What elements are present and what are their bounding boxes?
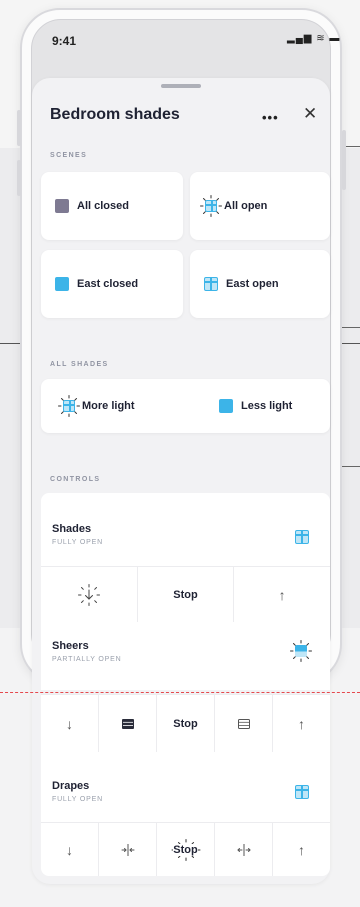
drapes-status-icon xyxy=(295,785,309,799)
power-button xyxy=(342,130,346,190)
scene-label: All open xyxy=(224,200,268,212)
status-icons: ▂▄▆ ≋ ▬ xyxy=(287,33,341,44)
shade-open-sun-icon xyxy=(200,195,222,217)
shade-closed-blue-icon xyxy=(55,277,69,291)
shade-open-lines-icon xyxy=(237,718,250,729)
control-name: Sheers xyxy=(52,640,89,652)
scene-east-open[interactable]: East open xyxy=(190,250,330,318)
arrow-up-icon: ↑ xyxy=(278,586,286,603)
annotation-dashed-line xyxy=(0,692,360,693)
sheers-close-button[interactable] xyxy=(99,695,157,752)
shade-closed-grey-icon xyxy=(55,199,69,213)
annotation-line xyxy=(342,466,360,467)
stop-label: Stop xyxy=(173,717,198,730)
status-time: 9:41 xyxy=(52,34,77,48)
sheers-open-button[interactable] xyxy=(215,695,273,752)
control-state: PARTIALLY OPEN xyxy=(52,656,122,663)
section-label-scenes: SCENES xyxy=(50,152,88,159)
scene-east-closed[interactable]: East closed xyxy=(41,250,183,318)
sheers-down-button[interactable]: ↓ xyxy=(41,695,99,752)
scene-all-open[interactable]: All open xyxy=(190,172,330,240)
more-light-button[interactable]: More light xyxy=(58,379,135,433)
sheet-handle[interactable] xyxy=(161,84,201,88)
stop-sun-icon: Stop xyxy=(171,838,201,861)
drapes-close-button[interactable] xyxy=(99,823,157,876)
shade-open-blue-icon xyxy=(204,277,218,291)
annotation-line xyxy=(342,327,360,328)
arrow-up-icon: ↑ xyxy=(298,841,305,858)
arrow-down-icon: ↓ xyxy=(66,715,73,732)
scene-label: All closed xyxy=(77,200,129,212)
stop-label: Stop xyxy=(173,843,198,856)
more-options-button[interactable]: ••• xyxy=(262,110,279,125)
less-light-button[interactable]: Less light xyxy=(219,379,292,433)
control-state: FULLY OPEN xyxy=(52,539,103,546)
more-light-label: More light xyxy=(82,400,135,412)
arrow-up-icon: ↑ xyxy=(298,715,305,732)
shades-stop-button[interactable]: Stop xyxy=(138,567,235,622)
shades-button-row: Stop ↑ xyxy=(41,566,330,622)
arrow-down-icon: ↓ xyxy=(66,841,73,858)
volume-button xyxy=(17,160,21,196)
section-label-all-shades: ALL SHADES xyxy=(50,361,109,368)
drapes-close-icon xyxy=(121,843,134,856)
section-label-controls: CONTROLS xyxy=(50,476,101,483)
scene-label: East open xyxy=(226,278,279,290)
volume-button xyxy=(17,110,21,146)
drapes-down-button[interactable]: ↓ xyxy=(41,823,99,876)
drapes-open-icon xyxy=(236,843,251,856)
shades-up-button[interactable]: ↑ xyxy=(234,567,330,622)
shades-status-icon xyxy=(295,530,309,544)
more-light-sun-icon xyxy=(58,395,80,417)
scene-all-closed[interactable]: All closed xyxy=(41,172,183,240)
less-light-shade-icon xyxy=(219,399,233,413)
drapes-up-button[interactable]: ↑ xyxy=(273,823,330,876)
control-name: Shades xyxy=(52,523,92,535)
drapes-button-row: ↓ Stop ↑ xyxy=(41,822,330,876)
sheers-stop-button[interactable]: Stop xyxy=(157,695,215,752)
scene-label: East closed xyxy=(77,278,139,290)
close-button[interactable]: ✕ xyxy=(303,104,317,124)
less-light-label: Less light xyxy=(241,400,293,412)
sun-down-arrow-icon xyxy=(77,583,100,606)
control-name: Drapes xyxy=(52,780,90,792)
sheers-up-button[interactable]: ↑ xyxy=(273,695,330,752)
control-state: FULLY OPEN xyxy=(52,796,103,803)
page-title: Bedroom shades xyxy=(50,106,180,123)
drapes-open-button[interactable] xyxy=(215,823,273,876)
stop-label: Stop xyxy=(173,588,198,601)
shade-closed-solid-icon xyxy=(121,718,134,729)
drapes-stop-button[interactable]: Stop xyxy=(157,823,215,876)
shades-open-sun-button[interactable] xyxy=(41,567,138,622)
sheers-button-row: ↓ Stop ↑ xyxy=(41,694,330,752)
sheers-status-sun-icon xyxy=(290,640,312,662)
